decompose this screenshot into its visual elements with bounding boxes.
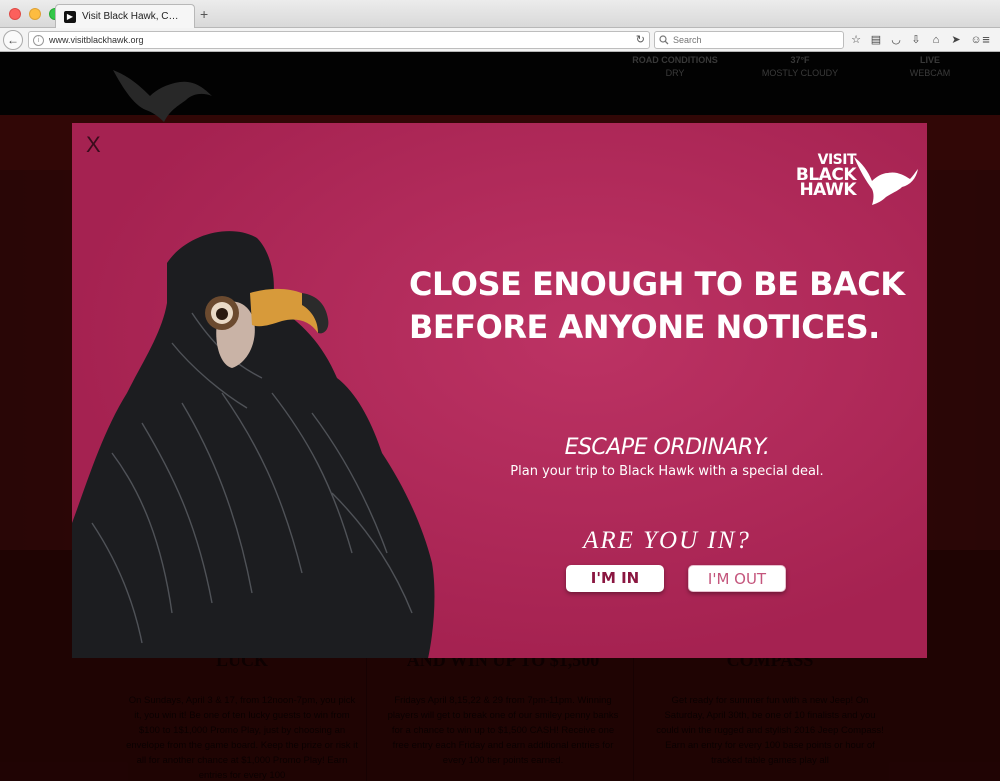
url-text: www.visitblackhawk.org [49,35,144,45]
headline-line-2: BEFORE ANYONE NOTICES. [409,308,880,346]
minimize-window-button[interactable] [29,8,41,20]
im-in-button[interactable]: I'M IN [566,565,664,592]
pocket-icon[interactable]: ◡ [888,32,904,48]
brand-line-3: HAWK [799,180,856,200]
reload-icon[interactable]: ↻ [636,33,645,46]
home-icon[interactable]: ⌂ [928,32,944,48]
search-icon [659,35,669,45]
headline-line-1: CLOSE ENOUGH TO BE BACK [409,265,905,303]
hamburger-menu-icon[interactable]: ≡ [978,32,994,48]
url-bar[interactable]: i www.visitblackhawk.org ↻ [28,31,650,49]
hawk-logo-icon [854,157,918,205]
modal-tagline: ESCAPE ORDINARY. Plan your trip to Black… [472,435,862,479]
search-bar[interactable] [654,31,844,49]
browser-tab[interactable]: ▶ Visit Black Hawk, CO - Gam… [55,4,195,28]
promo-modal: X VISIT BLACK HAWK CLOSE ENOUGH TO BE BA… [72,123,927,658]
website-viewport: ROAD CONDITIONS DRY 37°F MOSTLY CLOUDY L… [0,52,1000,781]
send-icon[interactable]: ➤ [948,32,964,48]
new-tab-button[interactable]: + [200,7,208,21]
site-favicon-icon: ▶ [64,10,76,23]
visit-black-hawk-logo[interactable]: VISIT BLACK HAWK [780,153,920,205]
modal-headline: CLOSE ENOUGH TO BE BACK BEFORE ANYONE NO… [409,263,909,349]
hawk-mascot-image [72,231,435,658]
browser-titlebar: ▶ Visit Black Hawk, CO - Gam… + [0,0,1000,28]
search-input[interactable] [673,35,833,45]
info-icon[interactable]: i [33,34,44,46]
tagline-title: ESCAPE ORDINARY. [564,435,770,460]
im-out-button[interactable]: I'M OUT [688,565,786,592]
close-window-button[interactable] [9,8,21,20]
browser-navbar: ← i www.visitblackhawk.org ↻ ☆ ▤ ◡ ⇩ ⌂ ➤… [0,28,1000,52]
back-button[interactable]: ← [3,30,23,50]
tagline-subtitle: Plan your trip to Black Hawk with a spec… [510,464,824,479]
close-modal-button[interactable]: X [86,133,101,157]
download-icon[interactable]: ⇩ [908,32,924,48]
modal-question: ARE YOU IN? [583,527,751,554]
tab-title: Visit Black Hawk, CO - Gam… [82,11,182,22]
bookmark-star-icon[interactable]: ☆ [848,32,864,48]
reading-list-icon[interactable]: ▤ [868,32,884,48]
